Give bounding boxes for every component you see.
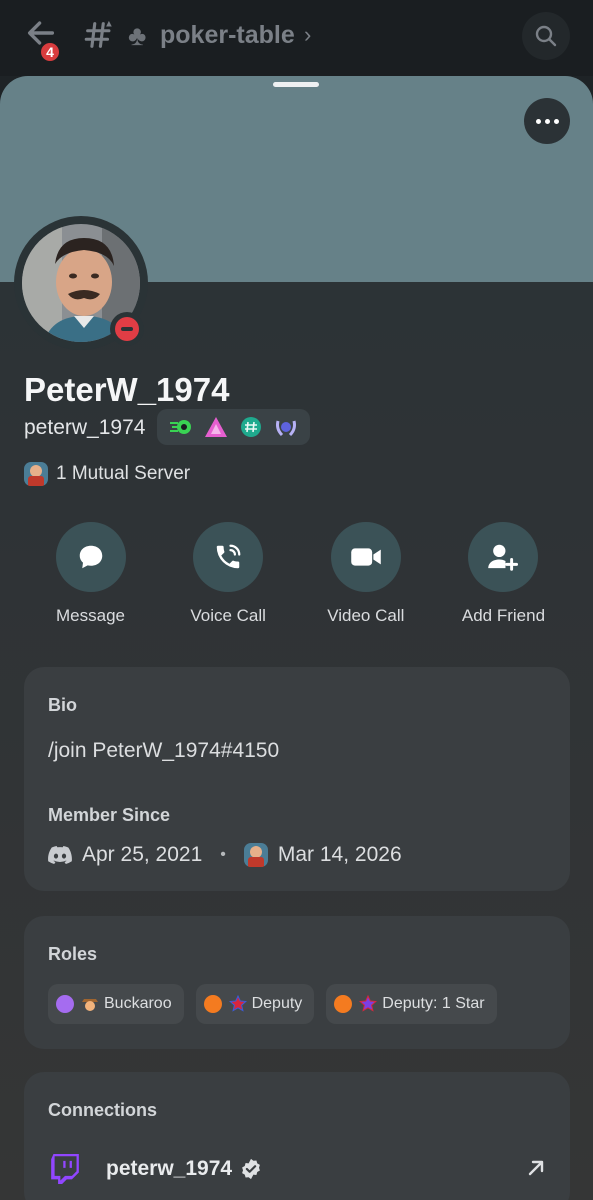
more-options-button[interactable] (524, 98, 570, 144)
dot-icon (553, 118, 559, 124)
video-camera-icon (351, 548, 381, 566)
separator-dot: • (220, 846, 226, 863)
role-color-dot (203, 995, 222, 1013)
video-call-label: Video Call (327, 606, 405, 625)
server-icon (24, 462, 48, 486)
role-chip[interactable]: Deputy: 1 Star (326, 984, 497, 1024)
bio-card: Bio /join PeterW_1974#4150 Member Since … (24, 667, 570, 891)
channel-header: 4 ♣ poker-table › (0, 0, 593, 76)
voice-call-button-circle[interactable] (193, 522, 264, 592)
role-color-dot (334, 995, 353, 1013)
voice-call-button[interactable]: Voice Call (160, 522, 297, 626)
channel-name[interactable]: poker-table (160, 18, 295, 52)
quest-badge-icon[interactable] (273, 414, 299, 440)
discord-join-date: Apr 25, 2021 (82, 843, 203, 866)
video-call-button-circle[interactable] (330, 522, 401, 592)
add-friend-icon (488, 544, 519, 571)
phone-icon (216, 544, 241, 569)
member-since-title: Member Since (48, 805, 171, 825)
hashtag-badge-icon[interactable] (238, 414, 264, 440)
profile-sheet: PeterW_1974 peterw_1974 1 Mutual Server … (0, 76, 593, 1200)
server-icon (243, 843, 268, 867)
mutual-servers-link[interactable]: 1 Mutual Server (24, 462, 190, 486)
username[interactable]: peterw_1974 (24, 414, 145, 442)
connections-title: Connections (48, 1100, 158, 1120)
role-name: Buckaroo (104, 995, 172, 1012)
display-name: PeterW_1974 (24, 371, 230, 408)
club-suit-icon: ♣ (128, 20, 147, 51)
discord-logo-icon (48, 846, 72, 864)
role-name: Deputy: 1 Star (382, 995, 485, 1012)
add-friend-button-circle[interactable] (468, 522, 539, 592)
nitro-badge-icon[interactable] (168, 414, 194, 440)
roles-card: Roles Buckaroo Deputy Deputy: 1 Star (24, 916, 570, 1049)
mutual-servers-text: 1 Mutual Server (56, 463, 191, 484)
connection-item[interactable]: peterw_1974 (48, 1144, 548, 1194)
role-chip[interactable]: Deputy (195, 984, 315, 1024)
server-join-date: Mar 14, 2026 (277, 843, 402, 866)
action-buttons: Message Voice Call Video Call Add Friend (22, 522, 572, 626)
text-channel-icon (84, 20, 112, 48)
notification-badge: 4 (38, 40, 62, 64)
roles-list: Buckaroo Deputy Deputy: 1 Star (48, 984, 497, 1024)
role-chip[interactable]: Buckaroo (48, 984, 184, 1024)
chevron-right-icon: › (304, 22, 312, 47)
chat-bubble-icon (79, 545, 102, 569)
verified-check-icon (242, 1158, 260, 1180)
dot-icon (535, 118, 541, 124)
role-color-dot (56, 995, 74, 1013)
message-label: Message (56, 606, 125, 625)
bio-title: Bio (48, 695, 77, 715)
drag-handle[interactable] (273, 82, 319, 87)
search-icon (535, 25, 557, 47)
cowboy-emoji-icon (80, 994, 100, 1014)
roles-title: Roles (48, 944, 98, 964)
connection-name: peterw_1974 (106, 1157, 233, 1180)
voice-call-label: Voice Call (190, 606, 266, 625)
connections-card: Connections peterw_1974 (24, 1072, 570, 1200)
search-button[interactable] (522, 12, 570, 60)
star-emoji-icon (228, 994, 248, 1014)
twitch-icon (48, 1152, 82, 1186)
profile-badges[interactable] (157, 409, 310, 445)
add-friend-label: Add Friend (461, 606, 546, 625)
dot-icon (544, 118, 550, 124)
add-friend-button[interactable]: Add Friend (435, 522, 572, 626)
role-name: Deputy (251, 995, 303, 1012)
video-call-button[interactable]: Video Call (297, 522, 434, 626)
message-button[interactable]: Message (22, 522, 159, 626)
member-since-row: Apr 25, 2021 • Mar 14, 2026 (48, 843, 402, 867)
star-emoji-icon (358, 994, 378, 1014)
external-link-arrow-icon[interactable] (524, 1156, 548, 1180)
message-button-circle[interactable] (55, 522, 126, 592)
triangle-badge-icon[interactable] (203, 414, 229, 440)
bio-text[interactable]: /join PeterW_1974#4150 (48, 739, 279, 763)
dnd-status-indicator (110, 312, 144, 346)
